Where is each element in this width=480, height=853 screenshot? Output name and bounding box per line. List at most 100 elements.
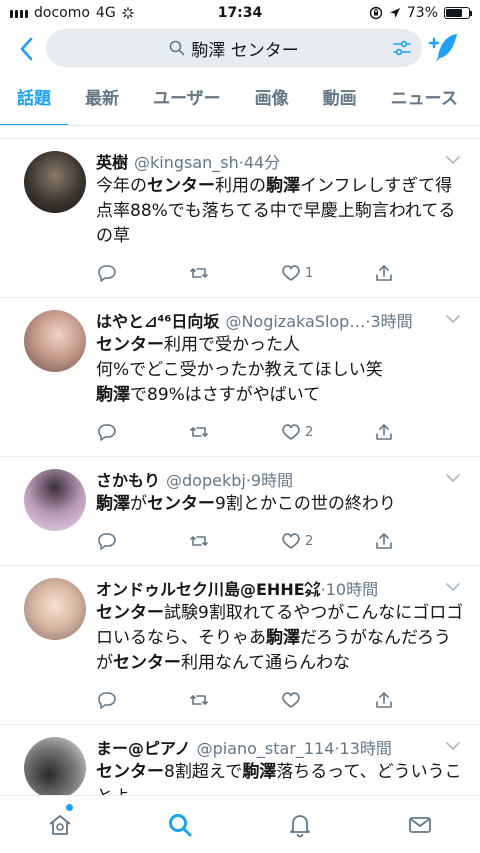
avatar[interactable]	[24, 578, 86, 640]
tweet-actions	[96, 676, 466, 724]
text-segment: 8割超えで	[164, 762, 243, 782]
author-handle[interactable]: @NogizakaSlop…	[225, 312, 365, 331]
tweet-timestamp[interactable]: 44分	[244, 149, 280, 173]
reply-button[interactable]	[96, 531, 189, 551]
keyword-highlight: センター	[96, 762, 164, 782]
heart-icon	[282, 424, 300, 440]
reply-icon	[98, 424, 116, 441]
author-handle[interactable]: @dopekbj	[166, 471, 246, 490]
like-button[interactable]	[281, 690, 374, 710]
chevron-down-icon[interactable]	[446, 155, 460, 165]
search-header: 駒澤 センター	[0, 29, 480, 69]
keyword-highlight: センター	[113, 653, 181, 673]
retweet-button[interactable]	[189, 263, 282, 283]
tab-news[interactable]: ニュース	[374, 80, 475, 125]
chevron-down-icon[interactable]	[446, 473, 460, 483]
back-arrow-icon[interactable]	[16, 35, 38, 63]
reply-button[interactable]	[96, 422, 189, 442]
envelope-icon	[409, 816, 431, 833]
tweet[interactable]: オンドゥルセク川島@EHHE㌶ · 10時間 センター試験9割取れてるやつがこんなにゴ…	[0, 566, 480, 725]
tweet[interactable]: さかもり @dopekbj · 9時間 駒澤がセンター9割とかこの世の終わり 2	[0, 457, 480, 566]
loading-spinner-icon	[121, 7, 134, 19]
avatar[interactable]	[24, 737, 86, 795]
compose-tweet-icon[interactable]	[426, 31, 460, 65]
tweet-list: 英樹 @kingsan_sh · 44分 今年のセンター利用の駒澤インフレしすぎて得点率…	[0, 139, 480, 795]
tab-photos[interactable]: 画像	[238, 80, 306, 125]
share-icon	[375, 533, 392, 549]
tweet-timestamp[interactable]: 10時間	[326, 576, 378, 600]
tweet-timestamp[interactable]: 9時間	[251, 467, 293, 491]
carrier-name: docomo	[34, 5, 90, 21]
tweet-text: センター試験9割取れてるやつがこんなにゴロゴロいるなら、そりゃあ駒澤だろうがなん…	[96, 601, 466, 676]
author-name[interactable]: さかもり	[96, 467, 160, 491]
bottom-tab-bar	[0, 795, 480, 853]
tweet-header: はやと⊿⁴⁶日向坂 @NogizakaSlop… · 3時間	[96, 308, 466, 332]
reply-button[interactable]	[96, 263, 189, 283]
text-segment: 利用なんて通らんわな	[181, 653, 351, 673]
author-name[interactable]: オンドゥルセク川島@EHHE㌶	[96, 576, 321, 600]
share-button[interactable]	[374, 531, 467, 551]
share-button[interactable]	[374, 690, 467, 710]
avatar[interactable]	[24, 151, 86, 213]
author-handle[interactable]: @kingsan_sh	[134, 153, 239, 172]
chevron-down-icon[interactable]	[446, 741, 460, 751]
share-button[interactable]	[374, 263, 467, 283]
tweet-text: センター8割超えで駒澤落ちるって、どういうことよ	[96, 760, 466, 795]
heart-icon	[282, 692, 300, 708]
keyword-highlight: 駒澤	[96, 385, 130, 405]
author-handle[interactable]: @piano_star_114	[197, 739, 335, 758]
tab-latest[interactable]: 最新	[68, 80, 136, 125]
retweet-button[interactable]	[189, 531, 282, 551]
tweet-actions: 1	[96, 249, 466, 297]
tweet-header: まー@ピアノ @piano_star_114 · 13時間	[96, 735, 466, 759]
avatar[interactable]	[24, 469, 86, 531]
tweet-feed[interactable]: 英樹 @kingsan_sh · 44分 今年のセンター利用の駒澤インフレしすぎて得点率…	[0, 127, 480, 795]
text-segment: 今年の	[96, 176, 147, 196]
search-filter-icon[interactable]	[392, 38, 412, 58]
tweet-actions: 2	[96, 408, 466, 456]
reply-button[interactable]	[96, 690, 189, 710]
avatar[interactable]	[24, 310, 86, 372]
bell-icon	[290, 814, 310, 837]
search-input[interactable]: 駒澤 センター	[46, 29, 422, 67]
search-tab[interactable]	[120, 796, 240, 853]
share-button[interactable]	[374, 422, 467, 442]
tab-videos[interactable]: 動画	[306, 80, 374, 125]
tab-top[interactable]: 話題	[0, 80, 68, 125]
chevron-down-icon[interactable]	[446, 314, 460, 324]
tweet-text: 今年のセンター利用の駒澤インフレしすぎて得点率88%でも落ちてる中で早慶上駒言わ…	[96, 174, 466, 249]
tab-people[interactable]: ユーザー	[136, 80, 238, 125]
reply-icon	[98, 533, 116, 550]
like-button[interactable]: 1	[281, 263, 374, 283]
home-tab[interactable]	[0, 796, 120, 853]
tab-more[interactable]: テ	[475, 80, 480, 125]
like-button[interactable]: 2	[281, 422, 374, 442]
author-name[interactable]: はやと⊿⁴⁶日向坂	[96, 308, 219, 332]
like-button[interactable]: 2	[281, 531, 374, 551]
tweet[interactable]: はやと⊿⁴⁶日向坂 @NogizakaSlop… · 3時間 センター利用で受かった人 …	[0, 298, 480, 457]
text-segment: が	[130, 494, 147, 514]
tweet[interactable]: まー@ピアノ @piano_star_114 · 13時間 センター8割超えで駒澤落ちる…	[0, 725, 480, 795]
battery-icon	[444, 7, 472, 19]
author-name[interactable]: 英樹	[96, 149, 128, 173]
home-icon	[49, 814, 71, 835]
like-count: 2	[305, 424, 314, 440]
retweet-button[interactable]	[189, 690, 282, 710]
tweet[interactable]: 英樹 @kingsan_sh · 44分 今年のセンター利用の駒澤インフレしすぎて得点率…	[0, 139, 480, 298]
keyword-highlight: 駒澤	[266, 176, 300, 196]
search-tabs: 話題 最新 ユーザー 画像 動画 ニュース テ	[0, 80, 480, 126]
keyword-highlight: 駒澤	[266, 628, 300, 648]
notifications-tab[interactable]	[240, 796, 360, 853]
status-bar: docomo 4G 17:34 73%	[0, 0, 480, 26]
text-segment: 利用の	[215, 176, 266, 196]
heart-icon	[282, 533, 300, 549]
retweet-icon	[189, 427, 208, 437]
like-count: 1	[305, 265, 314, 281]
retweet-button[interactable]	[189, 422, 282, 442]
chevron-down-icon[interactable]	[446, 582, 460, 592]
keyword-highlight: センター	[96, 335, 164, 355]
tweet-timestamp[interactable]: 13時間	[340, 735, 392, 759]
author-name[interactable]: まー@ピアノ	[96, 735, 191, 759]
messages-tab[interactable]	[360, 796, 480, 853]
tweet-timestamp[interactable]: 3時間	[370, 308, 412, 332]
